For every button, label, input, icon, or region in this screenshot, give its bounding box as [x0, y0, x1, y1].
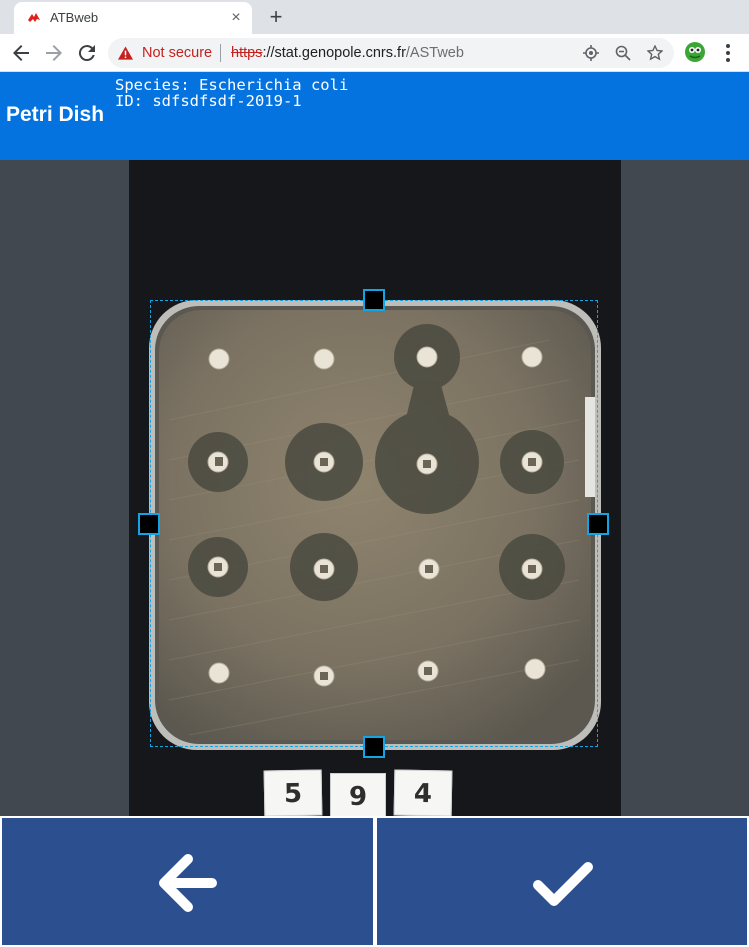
browser-toolbar: Not secure https://stat.genopole.cnrs.fr… [0, 34, 749, 72]
browser-tab[interactable]: ATBweb × [14, 2, 252, 34]
msf-logo-icon [28, 13, 40, 22]
image-stage [0, 160, 749, 816]
tab-close-button[interactable]: × [226, 8, 246, 28]
tab-title: ATBweb [50, 10, 99, 25]
checkmark-icon [533, 862, 593, 906]
warning-icon [118, 46, 133, 60]
url-scheme: https [231, 45, 263, 61]
plate-label-card: 5 [263, 769, 323, 817]
url-host: ://stat.genopole.cnrs.fr [262, 45, 406, 61]
plate-label-card: 4 [393, 769, 453, 817]
page-title: Petri Dish [6, 103, 105, 126]
browser-tab-strip: ATBweb × + [0, 0, 749, 34]
crop-handle-left[interactable] [138, 513, 160, 535]
bookmark-star-icon[interactable] [647, 45, 663, 61]
app-header: Petri Dish Species: Escherichia coli ID: … [0, 72, 749, 160]
back-button[interactable] [0, 816, 375, 947]
reload-icon[interactable] [75, 41, 99, 65]
url-text[interactable]: https://stat.genopole.cnrs.fr/ASTweb [231, 45, 464, 61]
forward-arrow-icon[interactable] [42, 41, 66, 65]
crop-handle-bottom[interactable] [363, 736, 385, 758]
zoom-out-icon[interactable] [615, 45, 631, 61]
plate-label-card: 9 [330, 773, 386, 819]
new-tab-button[interactable]: + [264, 5, 288, 29]
url-divider [220, 44, 221, 62]
sample-id-text: ID: sdfsdfsdf-2019-1 [115, 92, 302, 110]
crop-handle-top[interactable] [363, 289, 385, 311]
crop-selection-box[interactable] [150, 300, 598, 747]
species-text: Species: Escherichia coli [115, 76, 349, 94]
address-bar[interactable]: Not secure https://stat.genopole.cnrs.fr… [108, 38, 674, 68]
location-icon[interactable] [583, 45, 599, 61]
confirm-button[interactable] [375, 816, 749, 947]
browser-menu-icon[interactable] [718, 42, 738, 64]
url-path: /ASTweb [405, 45, 464, 61]
sample-info: Species: Escherichia coli ID: sdfsdfsdf-2… [115, 77, 348, 109]
extension-icon[interactable] [684, 41, 706, 63]
back-arrow-icon[interactable] [9, 41, 33, 65]
crop-handle-right[interactable] [587, 513, 609, 535]
security-status[interactable]: Not secure [142, 45, 212, 61]
arrow-left-icon [159, 854, 217, 912]
